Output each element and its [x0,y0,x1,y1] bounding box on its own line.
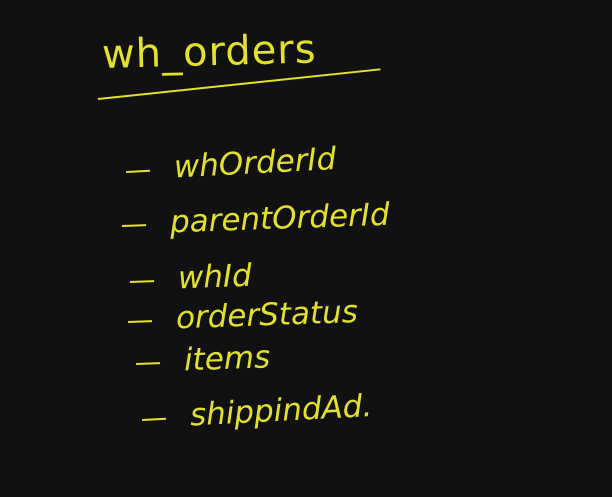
bullet-dash [136,361,161,365]
bullet-dash [142,417,167,421]
field-label: whId [177,257,253,297]
field-item: whId [129,258,252,298]
field-item: items [135,339,271,380]
field-item: shippindAd. [141,388,373,436]
field-item: whOrderId [125,141,337,188]
bullet-dash [130,279,155,283]
field-item: parentOrderId [121,197,390,242]
field-label: shippindAd. [188,387,374,434]
bullet-dash [126,169,151,173]
bullet-dash [128,319,153,323]
field-label: parentOrderId [169,196,391,241]
table-title: wh_orders [101,26,318,78]
field-item: orderStatus [127,294,358,338]
diagram-canvas: wh_orders whOrderId parentOrderId whId o… [0,0,612,497]
field-label: whOrderId [172,141,338,186]
field-label: items [183,339,271,379]
field-label: orderStatus [175,293,359,337]
bullet-dash [122,223,147,227]
